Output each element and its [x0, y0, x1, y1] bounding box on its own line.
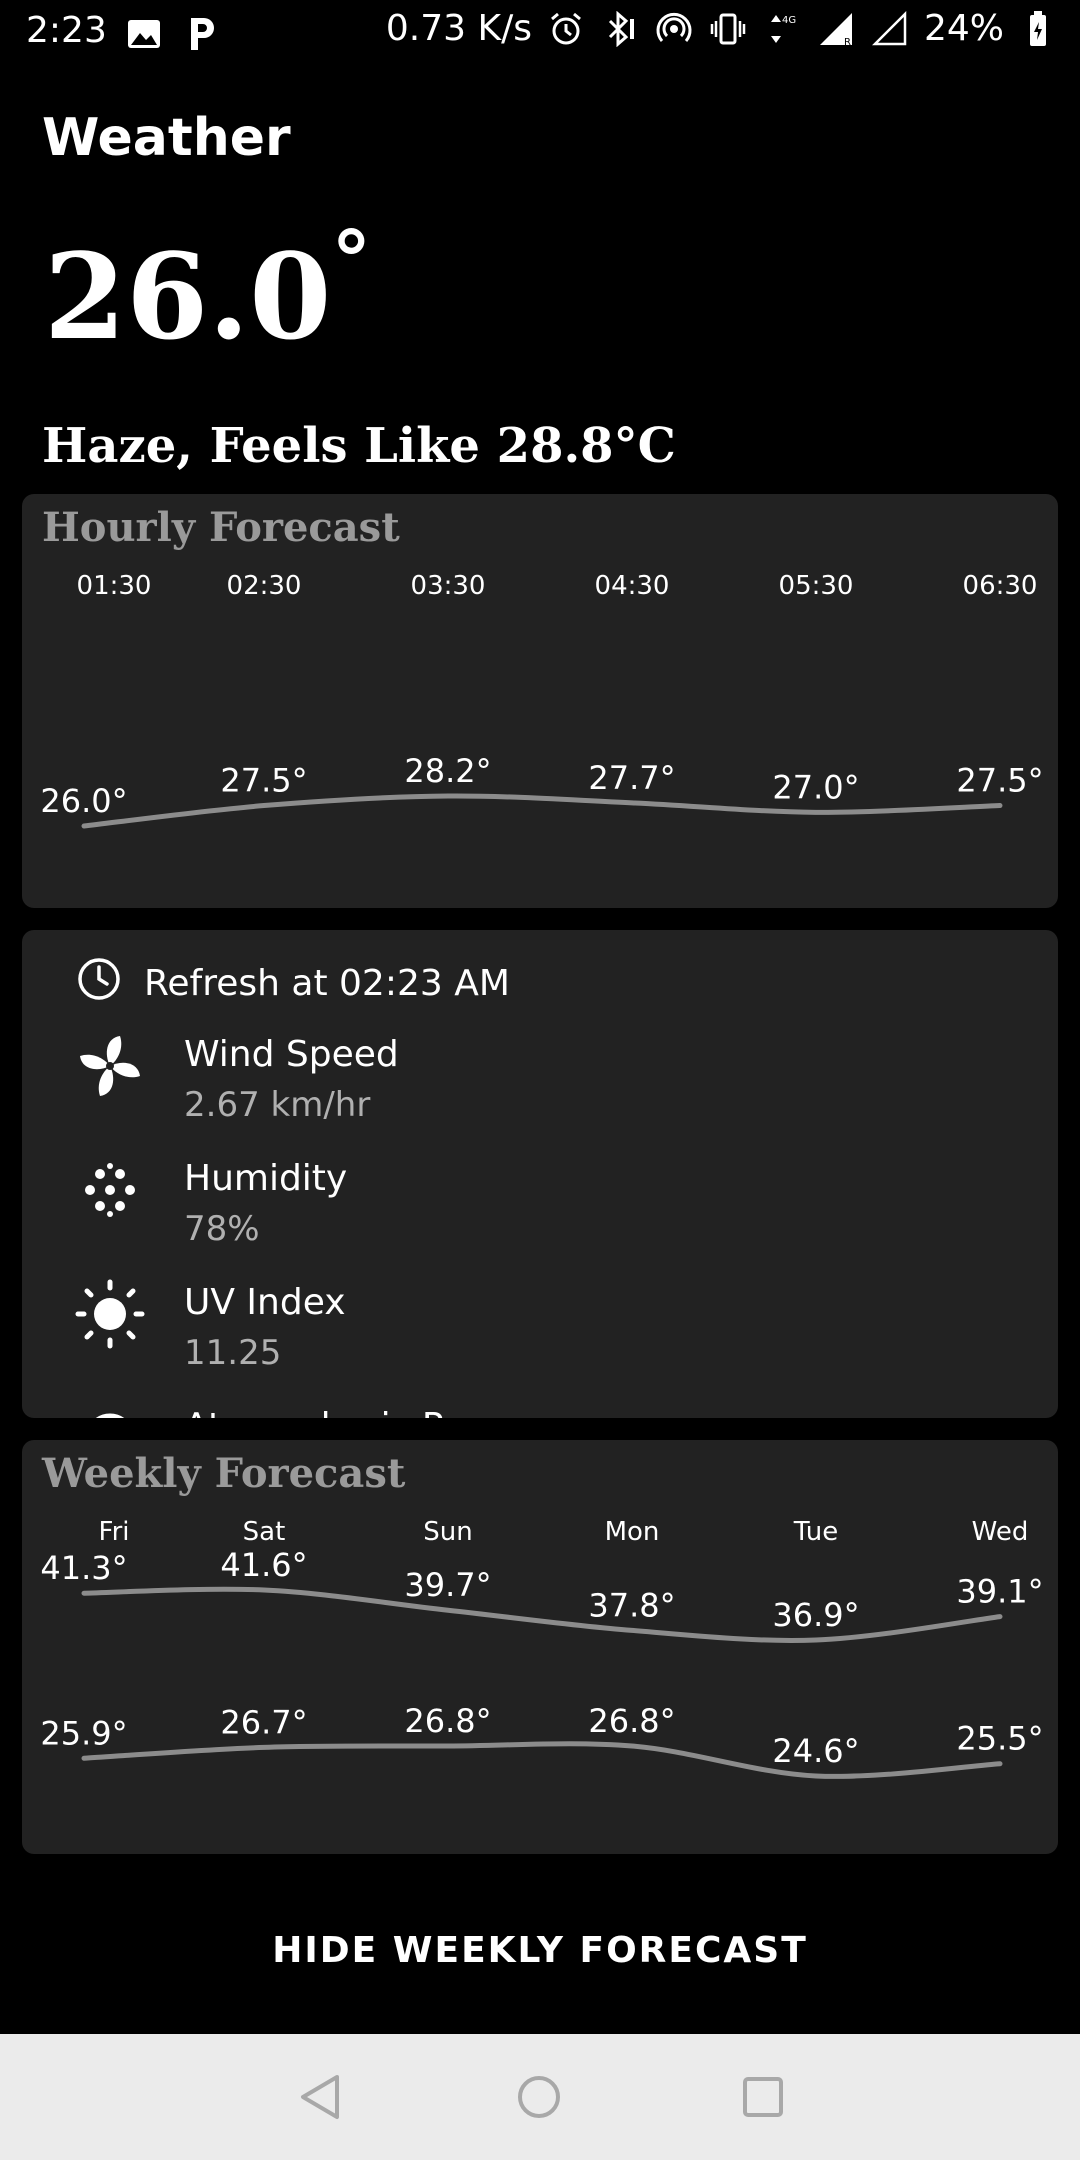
recents-button[interactable] [738, 2072, 788, 2122]
clock-icon [76, 956, 122, 1011]
uv-index-value: 11.25 [184, 1333, 282, 1373]
current-temperature: 26.0° [44, 220, 371, 356]
hourly-label: 06:30 [963, 571, 1038, 601]
signal-empty-icon [870, 9, 910, 49]
app-title: Weather [42, 108, 291, 168]
current-temp-value: 26.0 [44, 227, 332, 366]
hourly-label: 03:30 [411, 571, 486, 601]
weekly-value-label: 41.6° [220, 1546, 307, 1584]
humidity-label: Humidity [184, 1158, 348, 1199]
weekly-chart: Fri Sat Sun Mon Tue Wed 41.3° 41.6° 39.7° 37.8° 36… [40, 1517, 1044, 1779]
hourly-value-label: 28.2° [404, 752, 491, 790]
weekly-label: Wed [972, 1517, 1029, 1547]
alarm-icon [546, 9, 586, 49]
battery-percent: 24% [923, 8, 1004, 49]
degree-symbol: ° [331, 213, 372, 307]
network-speed: 0.73 K/s [385, 8, 532, 49]
back-button[interactable] [294, 2072, 344, 2122]
recents-square-icon [743, 2077, 783, 2117]
status-left-icons [124, 14, 222, 54]
weekly-forecast-card[interactable]: Weekly Forecast Fri Sat Sun Mon Tue Wed 41.3° 4… [22, 1440, 1058, 1854]
refresh-label: Refresh at 02:23 AM [144, 963, 510, 1004]
refresh-row[interactable]: Refresh at 02:23 AM [76, 956, 510, 1011]
home-button[interactable] [514, 2072, 564, 2122]
weekly-value-label: 24.6° [772, 1732, 859, 1770]
home-circle-icon [518, 2076, 560, 2118]
bluetooth-icon [600, 9, 640, 49]
weekly-value-label: 39.7° [404, 1566, 491, 1604]
weekly-value-label: 37.8° [588, 1586, 675, 1624]
hide-weekly-forecast-button[interactable]: HIDE WEEKLY FORECAST [0, 1930, 1080, 1971]
hourly-series-line [81, 793, 1003, 829]
uv-index-label: UV Index [184, 1282, 346, 1323]
hourly-label: 04:30 [595, 571, 670, 601]
weekly-value-label: 26.8° [404, 1702, 491, 1740]
weekly-value-label: 25.9° [40, 1714, 127, 1752]
hourly-chart: 01:30 02:30 03:30 04:30 05:30 06:30 26.0° 27.5°… [40, 571, 1044, 829]
wind-speed-label: Wind Speed [184, 1034, 399, 1075]
hotspot-icon [654, 9, 694, 49]
weekly-label: Tue [793, 1517, 838, 1547]
wind-speed-value: 2.67 km/hr [184, 1085, 371, 1125]
weekly-value-label: 39.1° [956, 1573, 1043, 1611]
vibrate-icon [708, 9, 748, 49]
hourly-label: 05:30 [779, 571, 854, 601]
battery-icon [1018, 9, 1058, 49]
hourly-label: 01:30 [77, 571, 152, 601]
hourly-label: 02:30 [227, 571, 302, 601]
weekly-value-label: 26.7° [220, 1703, 307, 1741]
weekly-series-line [81, 1586, 1003, 1643]
weekly-value-label: 36.9° [772, 1596, 859, 1634]
navigation-bar [0, 2034, 1080, 2160]
details-card[interactable]: Refresh at 02:23 AM Wind Speed 2.67 km/h… [22, 930, 1058, 1418]
hourly-value-label: 26.0° [40, 782, 127, 820]
detail-uv-index: UV Index 11.25 [74, 1278, 346, 1378]
weekly-value-label: 25.5° [956, 1720, 1043, 1758]
weekly-value-label: 26.8° [588, 1702, 675, 1740]
status-bar: 2:23 0.73 K/s 4G R 24% [0, 0, 1080, 64]
image-icon [124, 14, 164, 54]
weekly-series-line [81, 1741, 1003, 1779]
pressure-icon [74, 1402, 146, 1418]
hourly-forecast-card[interactable]: Hourly Forecast 01:30 02:30 03:30 04:30 05:3… [22, 494, 1058, 908]
weekly-label: Mon [605, 1517, 660, 1547]
hourly-value-label: 27.0° [772, 768, 859, 806]
weekly-label: Sat [243, 1517, 286, 1547]
status-time: 2:23 [26, 10, 107, 51]
detail-humidity: Humidity 78% [74, 1154, 347, 1254]
svg-text:4G: 4G [782, 15, 796, 26]
weather-condition: Haze, Feels Like 28.8°C [42, 418, 676, 474]
signal-icon: R [816, 9, 856, 49]
status-right: 0.73 K/s 4G R 24% [386, 8, 1058, 49]
humidity-dots-icon [74, 1154, 146, 1226]
data-arrows-icon: 4G [762, 9, 802, 49]
hourly-value-label: 27.5° [956, 762, 1043, 800]
parking-icon [182, 14, 222, 54]
detail-wind-speed: Wind Speed 2.67 km/hr [74, 1030, 399, 1130]
details-list: Refresh at 02:23 AM Wind Speed 2.67 km/h… [22, 930, 1058, 1418]
weekly-label: Sun [423, 1517, 472, 1547]
svg-text:R: R [844, 37, 851, 47]
pressure-label: Atmospheric P [184, 1402, 444, 1418]
back-triangle-icon [301, 2075, 339, 2119]
detail-atmospheric-pressure: Atmospheric P [74, 1402, 444, 1418]
fan-icon [74, 1030, 146, 1102]
sun-icon [74, 1278, 146, 1350]
weekly-value-label: 41.3° [40, 1549, 127, 1587]
hourly-value-label: 27.7° [588, 759, 675, 797]
weekly-label: Fri [99, 1517, 130, 1547]
hourly-value-label: 27.5° [220, 762, 307, 800]
humidity-value: 78% [184, 1209, 260, 1249]
